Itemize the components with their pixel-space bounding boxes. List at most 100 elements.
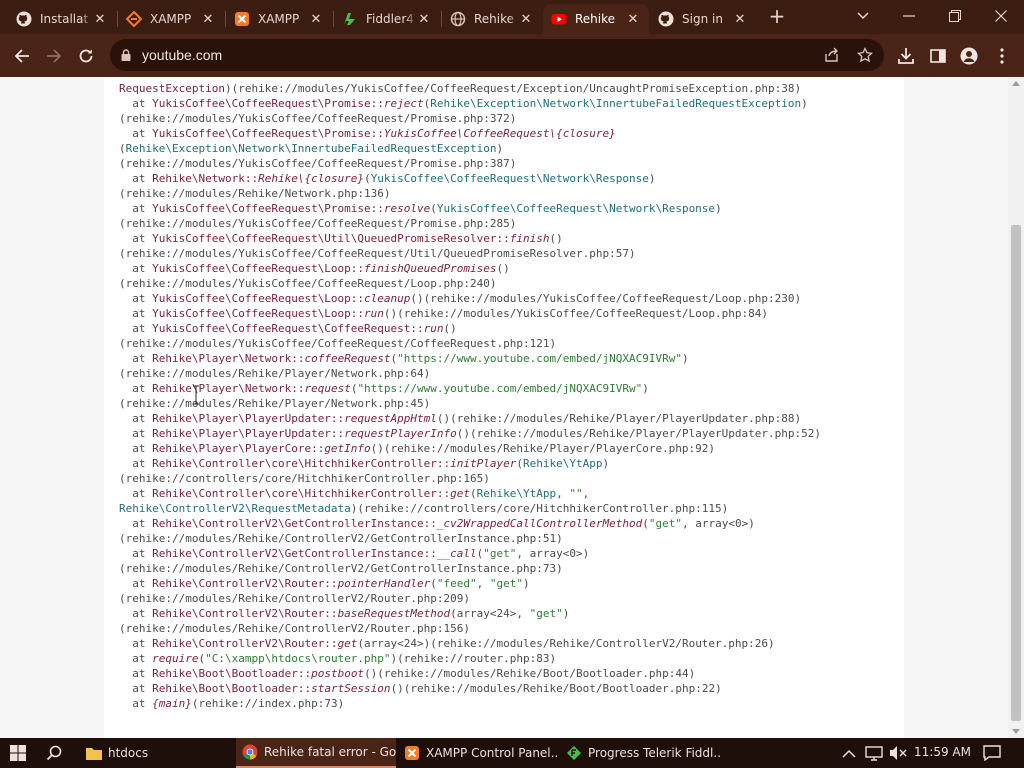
reload-button[interactable] — [73, 43, 99, 69]
lock-icon[interactable] — [121, 49, 131, 61]
close-icon[interactable]: ✕ — [416, 12, 432, 27]
share-icon[interactable] — [824, 47, 840, 63]
star-icon[interactable] — [857, 47, 873, 63]
trace-segment: ) — [801, 97, 808, 110]
menu-button[interactable] — [989, 43, 1015, 69]
tab-fiddler[interactable]: Fiddler4 ✕ — [334, 4, 440, 34]
new-tab-button[interactable]: + — [766, 6, 788, 28]
address-bar[interactable] — [110, 39, 884, 71]
close-icon[interactable]: ✕ — [200, 12, 216, 27]
notifications-button[interactable] — [983, 745, 1001, 762]
profile-button[interactable] — [956, 43, 982, 69]
trace-line: at YukisCoffee\CoffeeRequest\Loop::clean… — [119, 291, 899, 306]
trace-segment: ) — [642, 382, 649, 395]
search-button[interactable] — [46, 745, 62, 761]
windows-start-button[interactable] — [10, 745, 26, 761]
side-panel-button[interactable] — [925, 43, 951, 69]
tab-rehike-active[interactable]: Rehike ✕ — [543, 4, 649, 34]
tray-overflow-button[interactable] — [842, 746, 856, 760]
taskbar-item-label: htdocs — [108, 746, 149, 760]
url-text[interactable]: youtube.com — [142, 47, 222, 63]
trace-segment: initPlayer — [450, 457, 517, 470]
tab-search-button[interactable] — [840, 0, 886, 32]
trace-segment: finishQueuedPromises — [364, 262, 497, 275]
forward-button[interactable] — [41, 43, 67, 69]
back-button[interactable] — [9, 43, 35, 69]
trace-segment: run — [364, 307, 384, 320]
trace-segment: (rehike://modules/Rehike/ControllerV2/Ro… — [119, 592, 470, 605]
trace-segment: YukisCoffee\CoffeeRequest\Promise:: — [152, 202, 384, 215]
trace-line: (rehike://modules/YukisCoffee/CoffeeRequ… — [119, 216, 899, 231]
trace-segment: require — [152, 652, 199, 665]
network-icon — [865, 746, 883, 761]
trace-segment: coffeeRequest — [304, 352, 391, 365]
trace-line: at Rehike\Boot\Bootloader::postboot()(re… — [119, 666, 899, 681]
tab-github-signin[interactable]: Sign in ✕ — [650, 4, 756, 34]
tab-title: Fiddler4 — [366, 12, 414, 26]
trace-segment: postboot — [311, 667, 365, 680]
fiddler-icon — [566, 745, 582, 761]
trace-segment: reject — [383, 97, 424, 110]
taskbar-item-chrome[interactable]: Rehike fatal error - Go... — [236, 738, 396, 768]
trace-line: RequestException)(rehike://modules/Yukis… — [119, 81, 899, 96]
trace-segment: Rehike\Controller\core\HitchhikerControl… — [152, 457, 451, 470]
search-icon — [46, 745, 62, 761]
taskbar-item-htdocs[interactable]: htdocs — [80, 738, 234, 768]
volume-button[interactable] — [889, 745, 907, 761]
windows-icon — [10, 745, 26, 761]
taskbar-item-label: XAMPP Control Panel... — [426, 746, 558, 760]
trace-segment: , array<0>) — [681, 517, 755, 530]
close-icon[interactable]: ✕ — [518, 12, 534, 27]
chevron-up-icon — [842, 749, 856, 758]
trace-line: at YukisCoffee\CoffeeRequest\Promise::Yu… — [119, 126, 899, 141]
avatar-icon — [960, 47, 978, 65]
scroll-up-icon[interactable] — [1012, 81, 1020, 86]
trace-segment: ( — [642, 517, 649, 530]
trace-segment: () — [443, 322, 457, 335]
trace-segment: ( — [119, 142, 126, 155]
trace-line: at YukisCoffee\CoffeeRequest\Util\Queued… — [119, 231, 899, 246]
clock[interactable]: 11:59 AM — [914, 745, 971, 759]
trace-segment: at — [119, 652, 153, 665]
trace-segment: , — [582, 487, 590, 500]
trace-segment: ( — [516, 457, 523, 470]
taskbar-item-fiddler[interactable]: Progress Telerik Fiddl... — [560, 738, 720, 768]
downloads-button[interactable] — [893, 43, 919, 69]
trace-segment: Rehike\YtApp — [523, 457, 603, 470]
trace-segment: at — [119, 442, 153, 455]
trace-segment: finish — [509, 232, 550, 245]
tab-xampp-2[interactable]: XAMPP ✕ — [226, 4, 332, 34]
trace-segment: ) — [523, 577, 530, 590]
trace-line: at {main}(rehike://index.php:73) — [119, 696, 899, 711]
trace-line: at YukisCoffee\CoffeeRequest\Promise::re… — [119, 201, 899, 216]
restore-button[interactable] — [932, 0, 978, 32]
trace-line: (Rehike\Exception\Network\InnertubeFaile… — [119, 141, 899, 156]
trace-segment: Rehike\YtApp — [476, 487, 557, 500]
close-icon[interactable]: ✕ — [625, 12, 641, 27]
close-icon[interactable]: ✕ — [732, 12, 748, 27]
trace-segment: at — [119, 307, 153, 320]
close-icon[interactable]: ✕ — [92, 12, 108, 27]
taskbar-item-xampp[interactable]: XAMPP Control Panel... — [398, 738, 558, 768]
trace-segment: get — [337, 637, 358, 650]
minimize-button[interactable] — [886, 0, 932, 32]
trace-segment: , — [476, 577, 490, 590]
trace-segment: Rehike\Boot\Bootloader:: — [152, 682, 312, 695]
trace-segment: Rehike\ControllerV2\RequestMetadata — [119, 502, 351, 515]
network-button[interactable] — [865, 745, 883, 761]
scrollbar-thumb[interactable] — [1011, 225, 1021, 721]
download-icon — [898, 48, 914, 64]
trace-line: (rehike://modules/Rehike/Player/Network.… — [119, 366, 899, 381]
close-window-button[interactable] — [978, 0, 1024, 32]
trace-segment: at — [119, 682, 153, 695]
tab-github-installation[interactable]: Installat ✕ — [8, 4, 116, 34]
trace-segment: at — [119, 697, 153, 710]
tab-xampp-1[interactable]: XAMPP ✕ — [118, 4, 224, 34]
trace-segment: getInfo — [324, 442, 371, 455]
scroll-down-icon[interactable] — [1012, 729, 1020, 734]
tab-rehike-1[interactable]: Rehike ✕ — [442, 4, 542, 34]
scrollbar[interactable] — [1008, 77, 1024, 738]
trace-line: (rehike://modules/Rehike/ControllerV2/Ge… — [119, 531, 899, 546]
close-icon[interactable]: ✕ — [308, 12, 324, 27]
trace-segment: YukisCoffee\CoffeeRequest\Util\QueuedPro… — [152, 232, 510, 245]
